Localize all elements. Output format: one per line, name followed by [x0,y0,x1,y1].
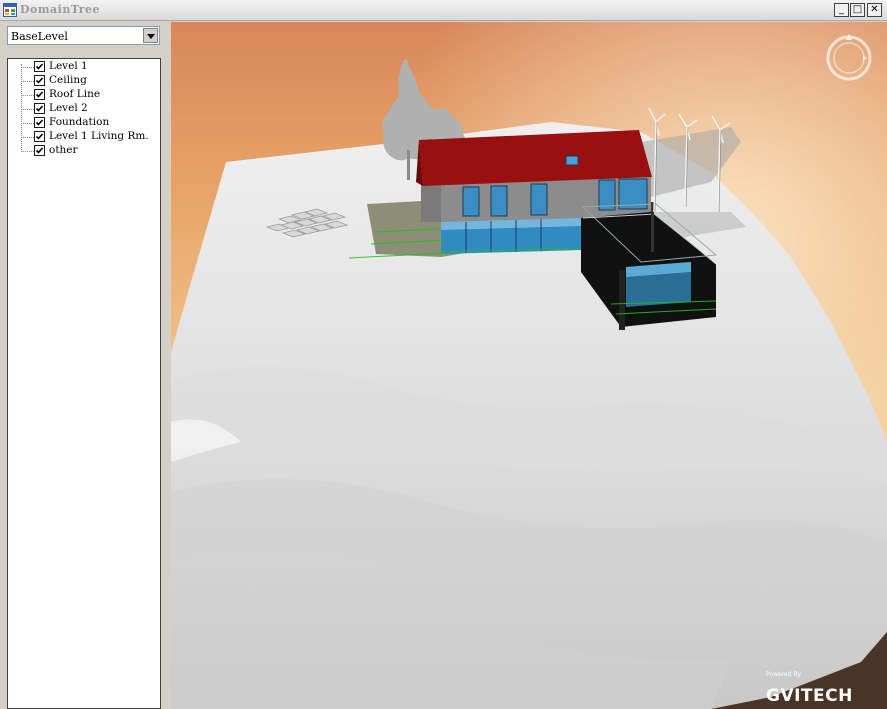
checkbox-level-1-living-rm[interactable] [34,131,45,142]
title-bar: DomainTree _ □ ✕ [0,0,887,21]
minimize-button[interactable]: _ [834,3,849,17]
check-icon [35,91,44,98]
check-icon [35,63,44,70]
tree-item-label: other [49,144,78,156]
tree-item-foundation[interactable]: Foundation [8,116,160,130]
check-icon [35,119,44,126]
tree-item-ceiling[interactable]: Ceiling [8,74,160,88]
checkbox-foundation[interactable] [34,117,45,128]
checkbox-level-1[interactable] [34,61,45,72]
navigation-compass-icon[interactable] [823,32,875,84]
tree-item-label: Foundation [49,116,110,128]
checkbox-level-2[interactable] [34,103,45,114]
scene-render[interactable] [171,22,887,709]
tree-item-label: Level 2 [49,102,88,114]
window-title: DomainTree [20,3,100,16]
tree-item-label: Roof Line [49,88,101,100]
tree-item-label: Level 1 [49,60,88,72]
chevron-down-icon[interactable] [143,28,158,43]
domain-tree[interactable]: Level 1 Ceiling Roof Line Level 2 Founda… [7,58,161,709]
tree-item-other[interactable]: other [8,144,160,158]
check-icon [35,133,44,140]
app-window-icon [3,3,17,17]
checkbox-ceiling[interactable] [34,75,45,86]
logo-powered-by: Powered By [766,671,802,678]
check-icon [35,77,44,84]
checkbox-roof-line[interactable] [34,89,45,100]
tree-item-label: Level 1 Living Rm. [49,130,149,142]
gvitech-logo: GVITECH [766,686,853,706]
tree-item-level-1-living-rm[interactable]: Level 1 Living Rm. [8,130,160,144]
3d-viewport[interactable] [171,22,887,709]
checkbox-other[interactable] [34,145,45,156]
tree-item-label: Ceiling [49,74,87,86]
check-icon [35,105,44,112]
maximize-button[interactable]: □ [850,3,865,17]
tree-item-level-1[interactable]: Level 1 [8,60,160,74]
level-select[interactable]: BaseLevel [7,26,160,45]
close-button[interactable]: ✕ [867,3,882,17]
level-select-value: BaseLevel [11,30,68,43]
tree-item-roof-line[interactable]: Roof Line [8,88,160,102]
tree-item-level-2[interactable]: Level 2 [8,102,160,116]
check-icon [35,147,44,154]
